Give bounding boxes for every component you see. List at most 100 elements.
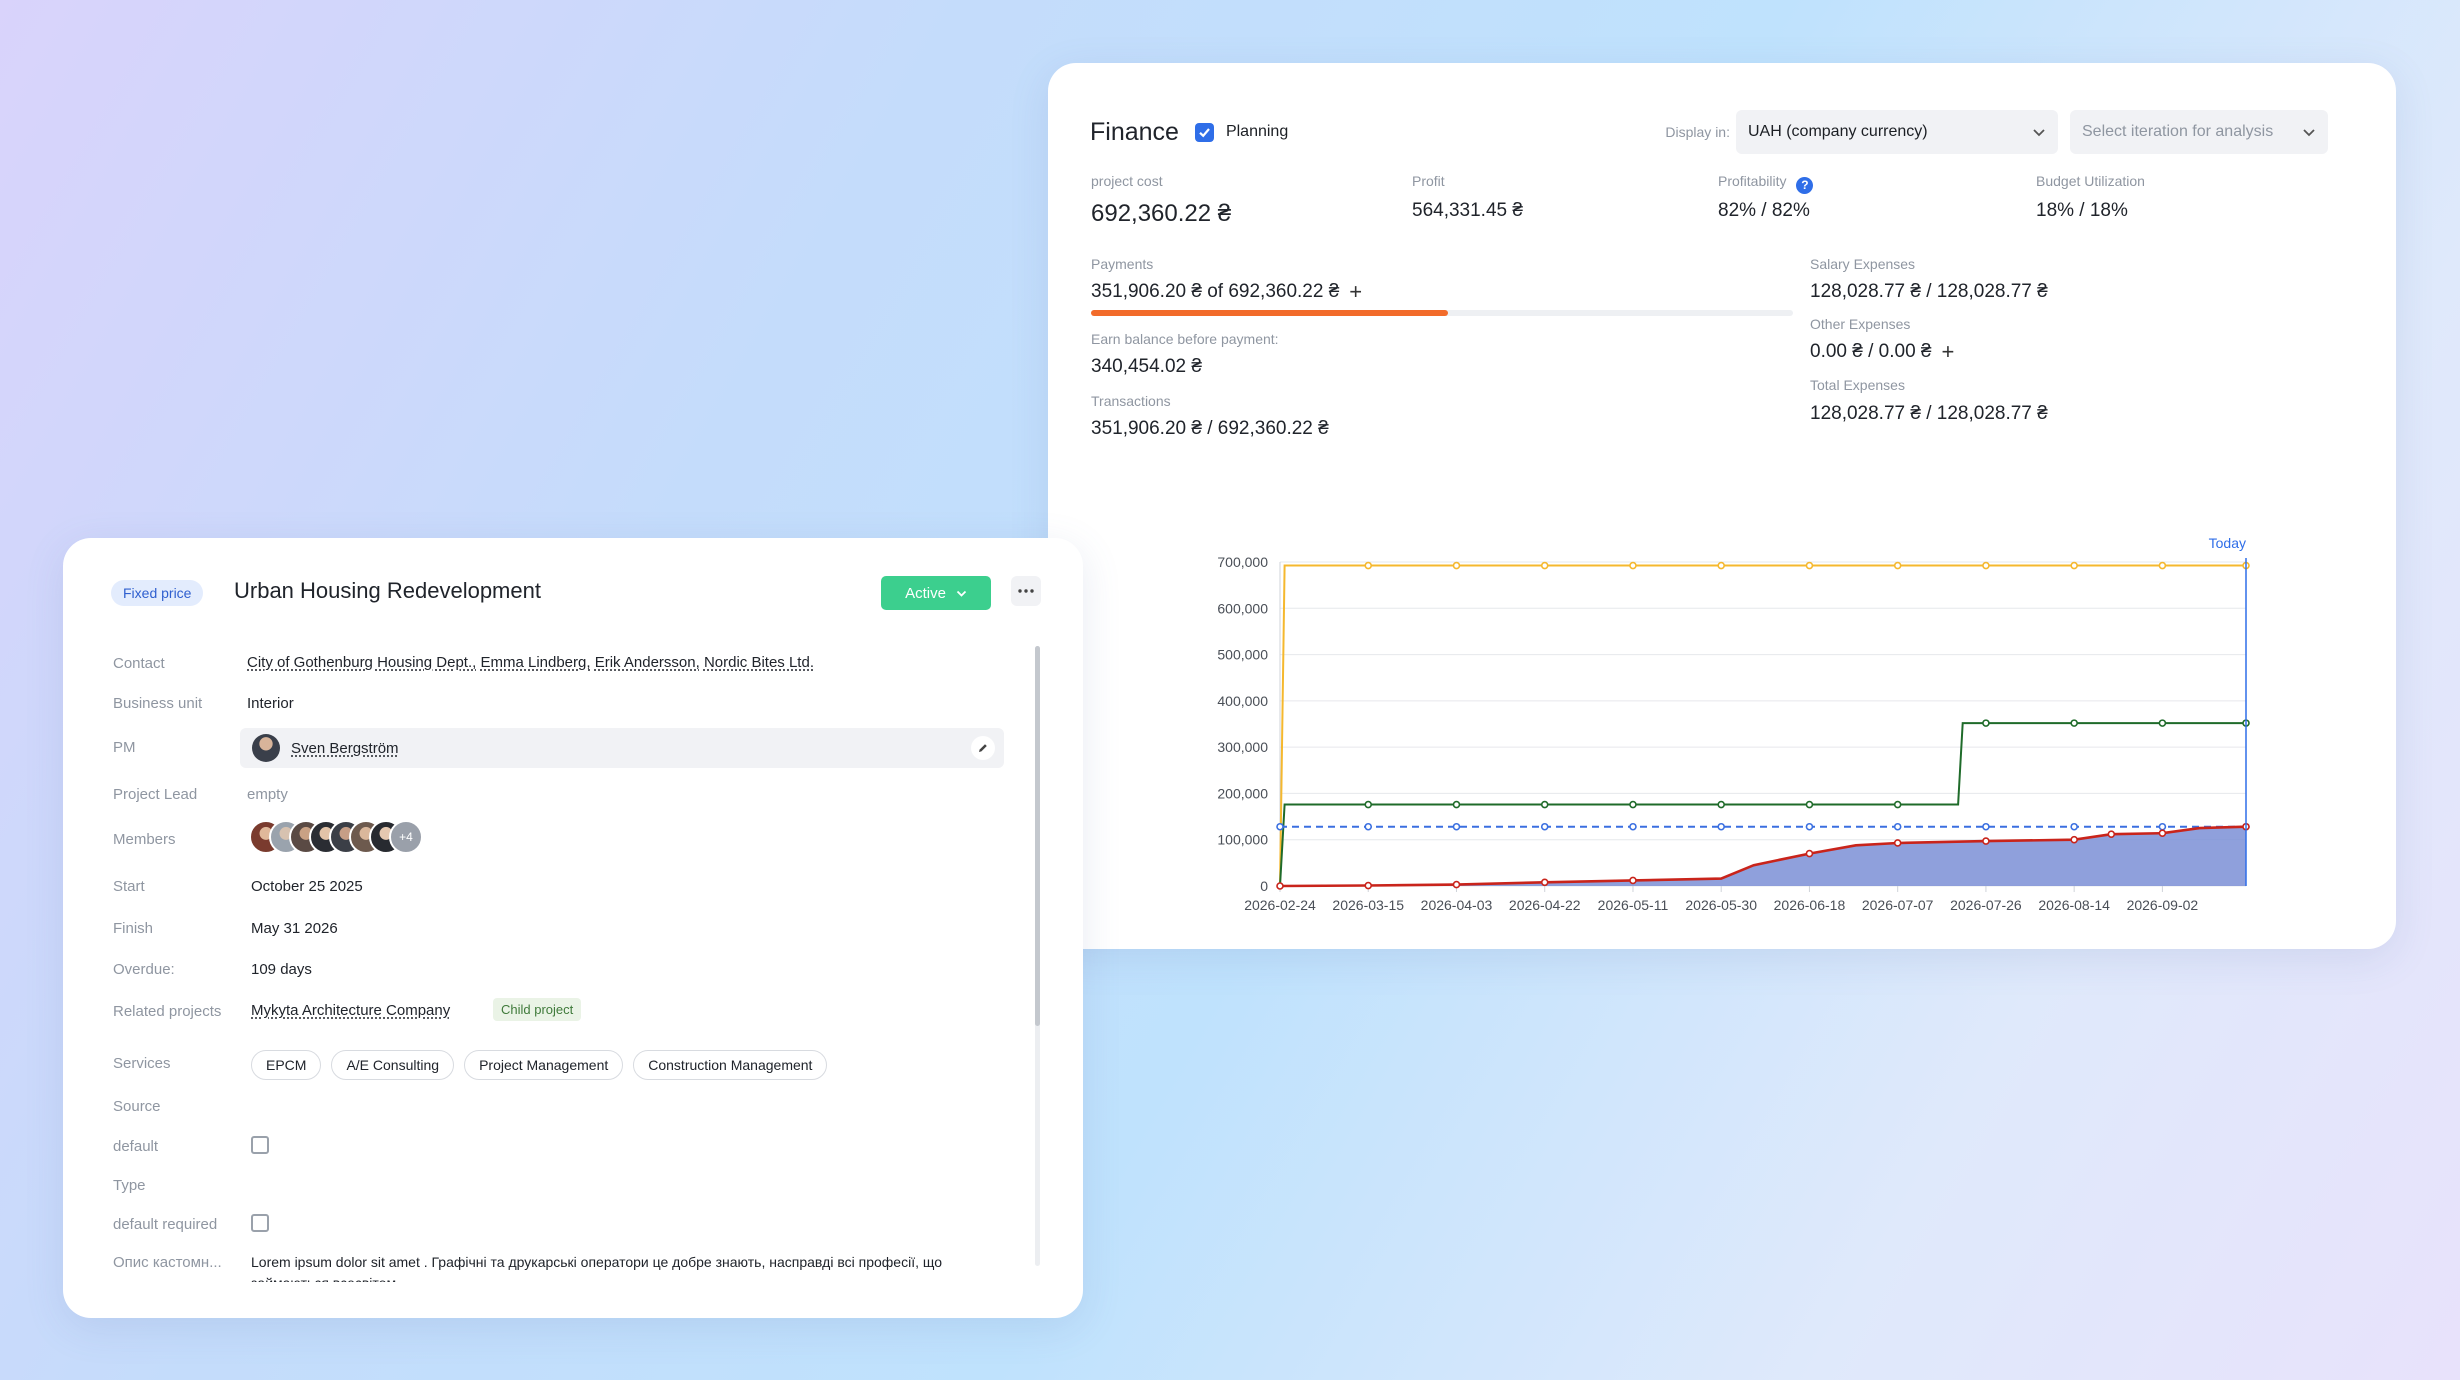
overdue-value: 109 days	[251, 961, 312, 978]
child-project-tag: Child project	[493, 998, 582, 1021]
transactions-value: 351,906.20 ₴ / 692,360.22 ₴	[1091, 418, 1329, 439]
contact-link[interactable]: Emma Lindberg,	[480, 654, 590, 671]
edit-pm-button[interactable]	[971, 736, 995, 760]
project-lead-value[interactable]: empty	[247, 786, 288, 803]
contact-link[interactable]: Erik Andersson,	[595, 654, 700, 671]
contact-link[interactable]: Nordic Bites Ltd.	[704, 654, 814, 671]
default-checkbox[interactable]	[251, 1136, 269, 1154]
check-icon	[1199, 127, 1210, 137]
series-point-budget	[2158, 561, 2167, 570]
series-point-payments	[1452, 800, 1461, 809]
pm-value[interactable]: Sven Bergström	[291, 740, 399, 757]
series-point-actual	[2070, 835, 2078, 844]
contact-link[interactable]: City of Gothenburg Housing Dept.,	[247, 654, 476, 671]
fixed-price-badge: Fixed price	[111, 580, 204, 606]
series-point-actual	[1276, 882, 1284, 890]
budget-utilization-label: Budget Utilization	[2036, 173, 2145, 189]
transactions-label: Transactions	[1091, 393, 1171, 409]
description-value[interactable]: Lorem ipsum dolor sit amet . Графічні та…	[251, 1252, 1021, 1282]
series-point-payments	[1982, 719, 1990, 727]
series-point-payments	[2070, 719, 2078, 727]
planning-checkbox[interactable]	[1194, 122, 1214, 142]
default-required-checkbox[interactable]	[251, 1214, 269, 1232]
finance-header: Finance Planning Display in: UAH (compan…	[1090, 109, 2328, 155]
budget-utilization-value: 18% / 18%	[2036, 200, 2128, 221]
series-point-expenses	[1717, 822, 1726, 831]
contact-list: City of Gothenburg Housing Dept., Emma L…	[247, 654, 814, 671]
finish-label: Finish	[113, 920, 154, 937]
start-value[interactable]: October 25 2025	[251, 878, 363, 895]
profitability-value: 82% / 82%	[1718, 200, 1810, 221]
series-point-payments	[2158, 719, 2167, 727]
x-tick-label: 2026-07-07	[1862, 897, 1934, 913]
total-expenses-label: Total Expenses	[1810, 377, 1905, 393]
series-point-expenses	[1893, 822, 1902, 831]
payments-label: Payments	[1091, 256, 1154, 272]
currency-select[interactable]: UAH (company currency)	[1736, 110, 2058, 154]
business-unit-value: Interior	[247, 695, 294, 712]
profit-label: Profit	[1412, 173, 1445, 189]
x-tick-label: 2026-04-03	[1421, 897, 1493, 913]
service-tag[interactable]: A/E Consulting	[331, 1050, 455, 1080]
x-tick-label: 2026-05-30	[1685, 897, 1757, 913]
series-point-expenses	[1805, 822, 1814, 831]
x-tick-label: 2026-09-02	[2127, 897, 2199, 913]
series-point-budget	[1452, 561, 1461, 570]
series-point-budget	[1893, 561, 1902, 570]
currency-value: UAH (company currency)	[1748, 123, 1928, 140]
series-point-actual	[1982, 837, 1990, 845]
payments-progress-fill	[1091, 310, 1448, 316]
scrollbar-thumb[interactable]	[1035, 646, 1040, 1026]
series-point-expenses	[1629, 822, 1637, 831]
other-expenses-label: Other Expenses	[1810, 316, 1911, 332]
series-point-expenses	[1540, 822, 1549, 831]
add-payment-button[interactable]: +	[1349, 281, 1362, 303]
iteration-placeholder: Select iteration for analysis	[2082, 123, 2274, 140]
related-project-link[interactable]: Mykyta Architecture Company	[251, 1002, 450, 1019]
service-tag[interactable]: Project Management	[464, 1050, 624, 1080]
series-point-expenses	[2158, 822, 2167, 831]
more-options-button[interactable]	[1011, 576, 1041, 606]
finance-title: Finance	[1090, 117, 1179, 146]
series-point-actual	[1629, 876, 1637, 885]
help-icon[interactable]: ?	[1796, 177, 1814, 194]
display-in-label: Display in:	[1665, 124, 1730, 140]
more-members-badge[interactable]: +4	[389, 820, 423, 854]
series-point-actual	[2158, 829, 2167, 838]
service-tag[interactable]: EPCM	[251, 1050, 322, 1080]
y-tick-label: 200,000	[1217, 785, 1268, 801]
x-tick-label: 2026-08-14	[2038, 897, 2110, 913]
finish-value[interactable]: May 31 2026	[251, 920, 338, 937]
chevron-down-icon	[2033, 128, 2045, 136]
series-point-payments	[1364, 800, 1373, 809]
total-expenses-value: 128,028.77 ₴ / 128,028.77 ₴	[1810, 403, 2048, 424]
other-expenses-row: 0.00 ₴ / 0.00 ₴ +	[1810, 341, 1954, 363]
earn-balance-label: Earn balance before payment:	[1091, 331, 1279, 347]
services-label: Services	[113, 1055, 171, 1072]
series-point-expenses	[1364, 822, 1373, 831]
today-label: Today	[2209, 535, 2246, 551]
related-projects-label: Related projects	[113, 1003, 222, 1020]
series-point-budget	[1540, 561, 1549, 570]
payments-value: 351,906.20 ₴ of 692,360.22 ₴	[1091, 281, 1340, 302]
iteration-select[interactable]: Select iteration for analysis	[2070, 110, 2328, 154]
profit-value: 564,331.45 ₴	[1412, 200, 1523, 221]
project-card: Fixed price Urban Housing Redevelopment …	[63, 538, 1083, 1318]
status-dropdown[interactable]: Active	[881, 576, 991, 610]
add-expense-button[interactable]: +	[1942, 341, 1955, 363]
more-dots-icon	[1018, 589, 1034, 593]
series-point-payments	[1717, 800, 1726, 809]
default-required-label: default required	[113, 1216, 218, 1233]
scrollbar[interactable]	[1035, 646, 1040, 1266]
member-avatars[interactable]: +4	[249, 820, 449, 856]
other-expenses-value: 0.00 ₴ / 0.00 ₴	[1810, 341, 1932, 362]
series-point-expenses	[1982, 822, 1990, 831]
x-tick-label: 2026-05-11	[1598, 897, 1669, 913]
series-point-payments	[1805, 800, 1814, 809]
finance-chart: 0 100,000 200,000 300,000 400,000 500,000 600,…	[1217, 535, 2250, 913]
planning-label: Planning	[1225, 123, 1289, 140]
default-label: default	[113, 1138, 159, 1155]
x-tick-label: 2026-07-26	[1950, 897, 2022, 913]
service-tag[interactable]: Construction Management	[633, 1050, 828, 1080]
salary-expenses-label: Salary Expenses	[1810, 256, 1916, 272]
